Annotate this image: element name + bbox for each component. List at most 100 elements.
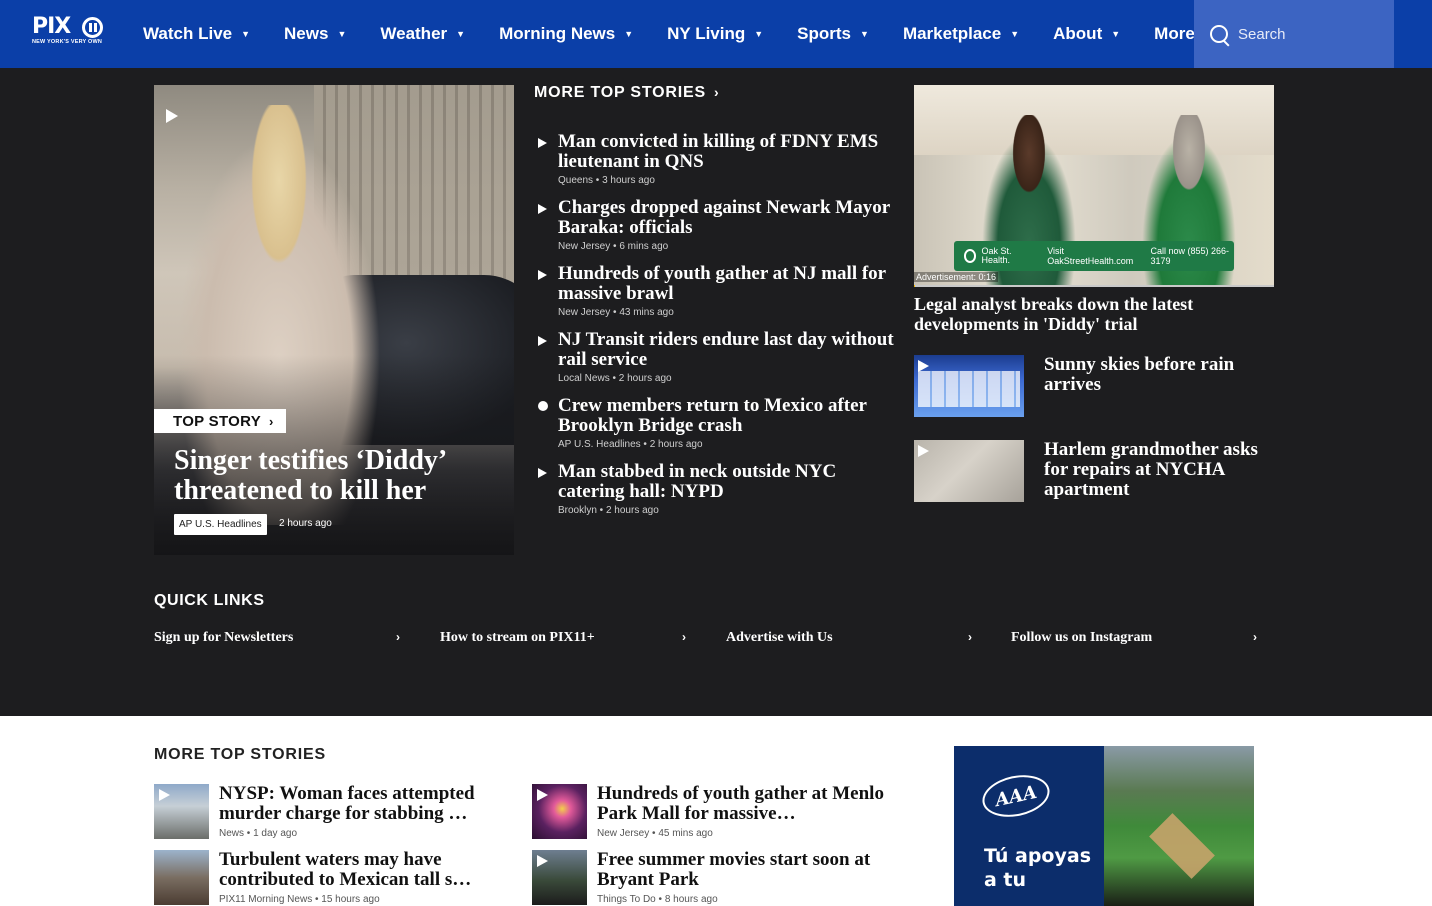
story-headline[interactable]: Turbulent waters may have contributed to… (219, 850, 519, 890)
ad-visit: Visit OakStreetHealth.com (1047, 246, 1134, 266)
story-item[interactable]: Crew members return to Mexico after Broo… (538, 396, 898, 462)
story-thumbnail[interactable] (532, 850, 587, 905)
nav-item-marketplace[interactable]: Marketplace ▼ (903, 24, 1019, 44)
caret-down-icon: ▼ (624, 29, 634, 39)
quick-link-advertise[interactable]: Advertise with Us › (726, 630, 972, 646)
play-icon (538, 336, 547, 346)
dot-icon (538, 401, 548, 411)
more-top-stories-heading-lower: MORE TOP STORIES (154, 746, 326, 763)
quick-link-stream[interactable]: How to stream on PIX11+ › (440, 630, 686, 646)
quick-link-newsletters[interactable]: Sign up for Newsletters › (154, 630, 400, 646)
play-icon (537, 855, 548, 867)
ad-headline: Tú apoyas a tu (984, 845, 1092, 891)
search-box[interactable] (1194, 0, 1394, 68)
story-category[interactable]: Brooklyn (558, 505, 597, 516)
play-icon[interactable] (166, 109, 178, 123)
quick-link-instagram[interactable]: Follow us on Instagram › (1011, 630, 1257, 646)
story-category[interactable]: New Jersey (558, 307, 610, 318)
more-top-stories-heading[interactable]: MORE TOP STORIES › (534, 84, 719, 102)
top-story-headline[interactable]: Singer testifies ‘Diddy’ threatened to k… (174, 446, 504, 506)
story-category[interactable]: PIX11 Morning News (219, 894, 312, 905)
nav-item-weather[interactable]: Weather ▼ (380, 24, 465, 44)
story-meta: Brooklyn • 2 hours ago (558, 505, 659, 516)
story-item[interactable]: NJ Transit riders endure last day withou… (538, 330, 898, 396)
story-meta: Things To Do • 8 hours ago (597, 894, 718, 905)
story-category[interactable]: AP U.S. Headlines (558, 439, 641, 450)
list-item[interactable]: Hundreds of youth gather at Menlo Park M… (532, 784, 892, 840)
story-item[interactable]: Hundreds of youth gather at NJ mall for … (538, 264, 898, 330)
story-item[interactable]: Man stabbed in neck outside NYC catering… (538, 462, 898, 528)
side-story-item[interactable]: Harlem grandmother asks for repairs at N… (914, 440, 1274, 502)
video-progress-bar[interactable] (914, 285, 1274, 287)
nav-item-about[interactable]: About ▼ (1053, 24, 1120, 44)
baseball-infield (1149, 813, 1215, 879)
story-time: 15 hours ago (321, 894, 380, 905)
pix11-logo[interactable]: PIX NEW YORK'S VERY OWN (32, 16, 104, 48)
top-story-timestamp: 2 hours ago (279, 518, 332, 529)
weather-thumbnail[interactable] (914, 355, 1024, 417)
story-headline[interactable]: Crew members return to Mexico after Broo… (558, 396, 898, 436)
search-input[interactable] (1238, 25, 1378, 43)
story-thumbnail[interactable] (532, 784, 587, 839)
story-category[interactable]: Local News (558, 373, 610, 384)
top-story-category-tag[interactable]: AP U.S. Headlines (174, 514, 267, 535)
side-story-headline[interactable]: Harlem grandmother asks for repairs at N… (1044, 440, 1276, 500)
caret-down-icon: ▼ (337, 29, 347, 39)
video-ad-banner[interactable]: Oak St. Health. Visit OakStreetHealth.co… (954, 241, 1234, 271)
top-story-badge[interactable]: TOP STORY › (154, 409, 286, 433)
story-headline[interactable]: Man stabbed in neck outside NYC catering… (558, 462, 898, 502)
story-headline[interactable]: Hundreds of youth gather at Menlo Park M… (597, 784, 897, 824)
list-item[interactable]: Free summer movies start soon at Bryant … (532, 850, 892, 906)
story-meta: PIX11 Morning News • 15 hours ago (219, 894, 380, 905)
quick-link-label: Sign up for Newsletters (154, 630, 294, 645)
chevron-right-icon: › (682, 630, 686, 644)
video-player[interactable]: Oak St. Health. Visit OakStreetHealth.co… (914, 85, 1274, 287)
quick-link-label: How to stream on PIX11+ (440, 630, 595, 645)
top-navigation: PIX NEW YORK'S VERY OWN Watch Live ▼ News… (0, 0, 1432, 68)
story-category[interactable]: New Jersey (558, 241, 610, 252)
story-category[interactable]: Queens (558, 175, 593, 186)
story-time: 8 hours ago (664, 894, 718, 905)
play-icon (159, 789, 170, 801)
side-story-headline[interactable]: Sunny skies before rain arrives (1044, 355, 1276, 395)
caret-down-icon: ▼ (241, 29, 251, 39)
story-headline[interactable]: Free summer movies start soon at Bryant … (597, 850, 897, 890)
chevron-right-icon: › (396, 630, 400, 644)
search-icon[interactable] (1210, 25, 1228, 43)
list-item[interactable]: NYSP: Woman faces attempted murder charg… (154, 784, 514, 840)
side-story-item[interactable]: Sunny skies before rain arrives (914, 355, 1274, 417)
advertisement-countdown: Advertisement: 0:16 (914, 272, 999, 282)
list-item[interactable]: Turbulent waters may have contributed to… (154, 850, 514, 906)
forecast-graphic (918, 371, 1020, 407)
nav-item-sports[interactable]: Sports ▼ (797, 24, 869, 44)
story-category[interactable]: Things To Do (597, 894, 656, 905)
story-headline[interactable]: NYSP: Woman faces attempted murder charg… (219, 784, 519, 824)
aaa-advertisement[interactable]: AAA Tú apoyas a tu (954, 746, 1254, 906)
story-headline[interactable]: Charges dropped against Newark Mayor Bar… (558, 198, 898, 238)
nycha-thumbnail[interactable] (914, 440, 1024, 502)
story-item[interactable]: Man convicted in killing of FDNY EMS lie… (538, 132, 898, 198)
nav-item-label: More (1154, 24, 1195, 43)
story-thumbnail[interactable] (154, 850, 209, 905)
story-item[interactable]: Charges dropped against Newark Mayor Bar… (538, 198, 898, 264)
play-icon (538, 270, 547, 280)
nav-item-ny-living[interactable]: NY Living ▼ (667, 24, 763, 44)
nav-item-morning-news[interactable]: Morning News ▼ (499, 24, 633, 44)
play-icon (918, 360, 929, 372)
story-category[interactable]: New Jersey (597, 828, 649, 839)
nav-item-label: News (284, 24, 329, 43)
play-icon (538, 138, 547, 148)
story-headline[interactable]: Hundreds of youth gather at NJ mall for … (558, 264, 898, 304)
story-headline[interactable]: NJ Transit riders endure last day withou… (558, 330, 898, 370)
ad-phone: Call now (855) 266-3179 (1150, 246, 1230, 266)
video-headline[interactable]: Legal analyst breaks down the latest dev… (914, 294, 1274, 334)
story-category[interactable]: News (219, 828, 244, 839)
play-icon (537, 789, 548, 801)
oak-street-logo-icon (964, 249, 977, 263)
story-thumbnail[interactable] (154, 784, 209, 839)
nav-item-news[interactable]: News ▼ (284, 24, 346, 44)
nav-item-watch-live[interactable]: Watch Live ▼ (143, 24, 250, 44)
nav-item-label: Marketplace (902, 24, 1002, 43)
story-headline[interactable]: Man convicted in killing of FDNY EMS lie… (558, 132, 898, 172)
lower-content-section: MORE TOP STORIES NYSP: Woman faces attem… (0, 716, 1432, 906)
